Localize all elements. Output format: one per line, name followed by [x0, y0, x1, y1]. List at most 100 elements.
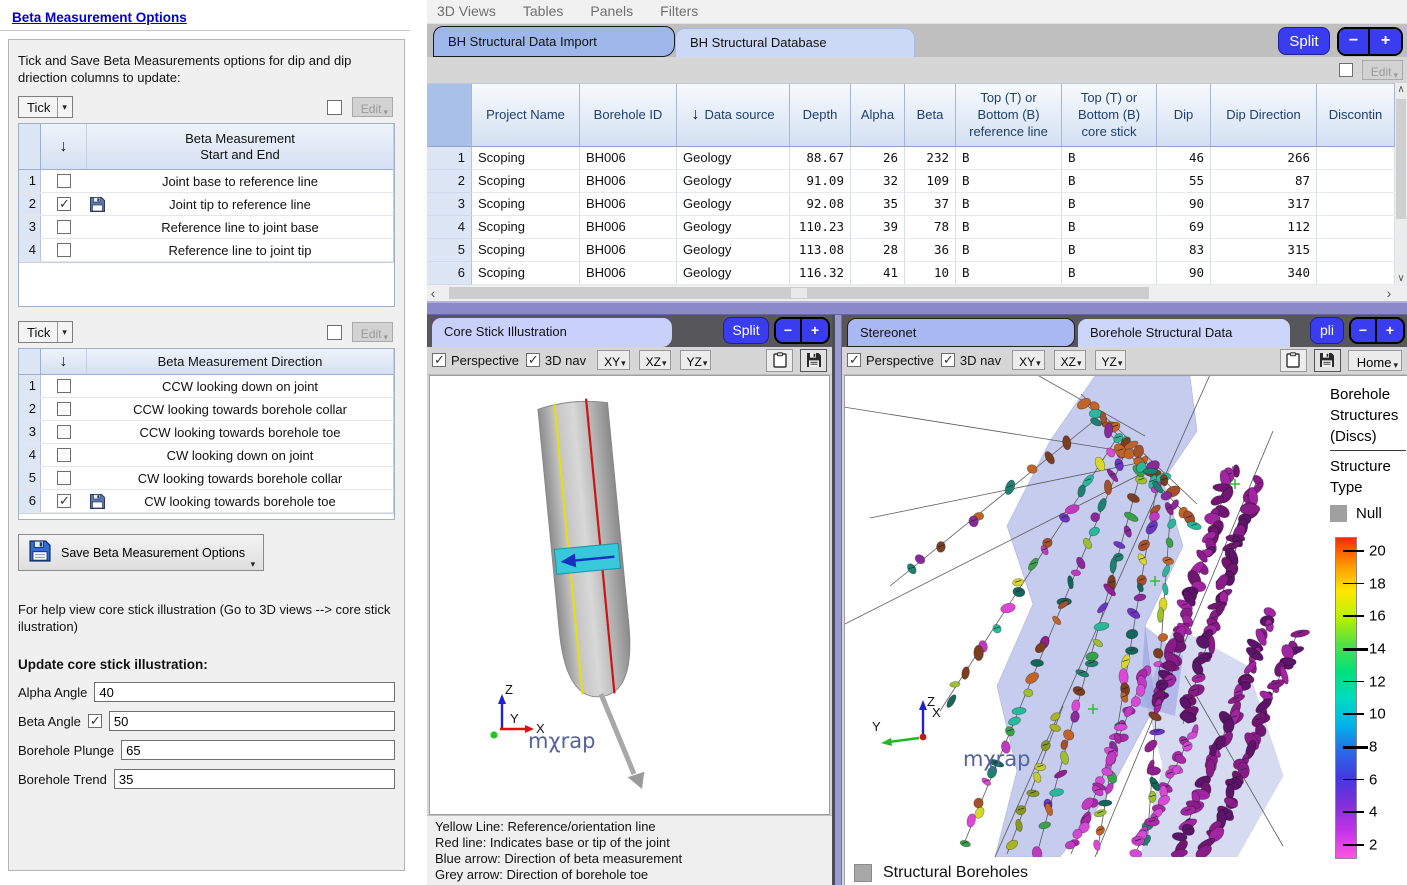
column-header-depth[interactable]: Depth [790, 83, 851, 147]
maximize-button[interactable]: + [1377, 319, 1403, 342]
column-header-dip-direction[interactable]: Dip Direction [1211, 83, 1317, 147]
maximize-button[interactable]: + [802, 319, 828, 342]
option-row[interactable]: 5CW looking towards borehole collar [19, 467, 393, 490]
table-row[interactable]: 1ScopingBH006Geology88.6726232BB46266 [427, 147, 1395, 170]
stereonet-3d-viewport[interactable]: Z X Y mχrap [845, 376, 1323, 857]
view-xy-button[interactable]: XY [597, 350, 630, 370]
copy-to-clipboard-button[interactable] [1280, 349, 1307, 372]
perspective-checkbox[interactable] [847, 353, 861, 367]
scrollbar-thumb[interactable] [1396, 99, 1406, 219]
minimize-button[interactable]: − [776, 319, 802, 342]
edit-button-2[interactable]: Edit [352, 322, 393, 342]
table-edit-button[interactable]: Edit [1362, 60, 1403, 80]
table-vertical-scrollbar[interactable] [1395, 83, 1407, 286]
core-stick-viewport[interactable]: Z Y X mχrap [429, 375, 830, 815]
beta-angle-input[interactable] [109, 711, 395, 731]
tick-dropdown-1[interactable]: Tick [18, 96, 73, 118]
tab-stereonet[interactable]: Stereonet [847, 318, 1075, 347]
tab-bh-structural-database[interactable]: BH Structural Database [675, 28, 915, 57]
column-header-top-t-or[interactable]: Top (T) or Bottom (B) core stick [1062, 83, 1157, 147]
borehole-trend-input[interactable] [114, 769, 395, 789]
scrollbar-thumb[interactable] [449, 287, 1149, 299]
option-table-header[interactable]: Beta Measurement Start and End [87, 124, 393, 169]
option-checkbox[interactable] [57, 243, 71, 257]
table-row[interactable]: 3ScopingBH006Geology92.083537BB90317 [427, 193, 1395, 216]
edit-button-1[interactable]: Edit [352, 97, 393, 117]
option-checkbox[interactable] [57, 220, 71, 234]
column-header-discontin[interactable]: Discontin [1317, 83, 1395, 147]
scroll-left-icon[interactable] [427, 286, 439, 300]
option-row[interactable]: 2CCW looking towards borehole collar [19, 398, 393, 421]
column-header-data-source[interactable]: ↓Data source [677, 83, 790, 147]
option-row[interactable]: 1CCW looking down on joint [19, 375, 393, 398]
scroll-right-icon[interactable] [1383, 286, 1395, 300]
horizontal-splitter[interactable] [427, 301, 1407, 315]
table-row[interactable]: 4ScopingBH006Geology110.233978BB69112 [427, 216, 1395, 239]
option-row[interactable]: 1Joint base to reference line [19, 170, 393, 193]
column-header-dip[interactable]: Dip [1157, 83, 1211, 147]
split-button[interactable]: Split [1278, 27, 1330, 55]
scroll-down-icon[interactable] [1395, 271, 1407, 285]
split-button[interactable]: pli [1310, 317, 1344, 344]
table-edit-checkbox[interactable] [1339, 63, 1353, 77]
option-row[interactable]: 3CCW looking towards borehole toe [19, 421, 393, 444]
view-yz-button[interactable]: YZ [1095, 350, 1127, 370]
home-view-button[interactable]: Home [1348, 350, 1402, 371]
option-row[interactable]: 4Reference line to joint tip [19, 239, 393, 262]
option-table-header[interactable]: Beta Measurement Direction [87, 349, 393, 374]
table-row[interactable]: 2ScopingBH006Geology91.0932109BB5587 [427, 170, 1395, 193]
alpha-angle-input[interactable] [94, 682, 395, 702]
table-row[interactable]: 6ScopingBH006Geology116.324110BB90340 [427, 262, 1395, 285]
column-header-top-t-or[interactable]: Top (T) or Bottom (B) reference line [956, 83, 1062, 147]
option-checkbox[interactable] [57, 425, 71, 439]
option-checkbox[interactable] [57, 471, 71, 485]
option-checkbox[interactable] [57, 174, 71, 188]
column-header-beta[interactable]: Beta [905, 83, 956, 147]
tab-borehole-structural-data[interactable]: Borehole Structural Data [1078, 319, 1290, 347]
edit-checkbox-2[interactable] [327, 325, 342, 340]
table-horizontal-scrollbar[interactable] [427, 285, 1407, 301]
scroll-up-icon[interactable] [1395, 83, 1407, 97]
minimize-button[interactable]: − [1351, 319, 1377, 342]
copy-to-clipboard-button[interactable] [766, 349, 793, 372]
option-row[interactable]: 2Joint tip to reference line [19, 193, 393, 216]
option-checkbox[interactable] [57, 494, 71, 508]
view-xy-button[interactable]: XY [1012, 350, 1045, 370]
perspective-checkbox[interactable] [432, 353, 446, 367]
edit-checkbox-1[interactable] [327, 100, 342, 115]
tick-dropdown-2[interactable]: Tick [18, 321, 73, 343]
3d-nav-checkbox[interactable] [526, 353, 540, 367]
menu-3d-views[interactable]: 3D Views [437, 3, 496, 19]
option-row[interactable]: 4CW looking down on joint [19, 444, 393, 467]
column-header-borehole-id[interactable]: Borehole ID [580, 83, 677, 147]
option-checkbox[interactable] [57, 402, 71, 416]
column-header-alpha[interactable]: Alpha [851, 83, 905, 147]
vertical-splitter[interactable] [832, 315, 842, 885]
view-xz-button[interactable]: XZ [639, 350, 671, 370]
option-checkbox[interactable] [57, 197, 71, 211]
option-row[interactable]: 6CW looking towards borehole toe [19, 490, 393, 513]
save-image-button[interactable] [800, 349, 827, 372]
split-button[interactable]: Split [723, 317, 769, 344]
menu-panels[interactable]: Panels [590, 3, 633, 19]
view-xz-button[interactable]: XZ [1054, 350, 1086, 370]
page-title[interactable]: Beta Measurement Options [12, 10, 427, 25]
option-checkbox[interactable] [57, 448, 71, 462]
tab-bh-structural-data-import[interactable]: BH Structural Data Import [433, 26, 675, 57]
3d-nav-checkbox[interactable] [941, 353, 955, 367]
option-checkbox[interactable] [57, 379, 71, 393]
column-header-rownum[interactable] [427, 83, 472, 147]
option-row[interactable]: 3Reference line to joint base [19, 216, 393, 239]
table-row[interactable]: 5ScopingBH006Geology113.082836BB83315 [427, 239, 1395, 262]
minimize-button[interactable]: − [1339, 29, 1370, 54]
borehole-plunge-input[interactable] [121, 740, 395, 760]
view-yz-button[interactable]: YZ [680, 350, 712, 370]
column-header-project-name[interactable]: Project Name [472, 83, 580, 147]
save-beta-options-button[interactable]: Save Beta Measurement Options [18, 534, 264, 571]
save-image-button[interactable] [1314, 349, 1341, 372]
field-checkbox[interactable] [88, 714, 102, 728]
maximize-button[interactable]: + [1370, 29, 1401, 54]
menu-filters[interactable]: Filters [660, 3, 698, 19]
menu-tables[interactable]: Tables [523, 3, 563, 19]
tab-core-stick-illustration[interactable]: Core Stick Illustration [432, 318, 672, 347]
